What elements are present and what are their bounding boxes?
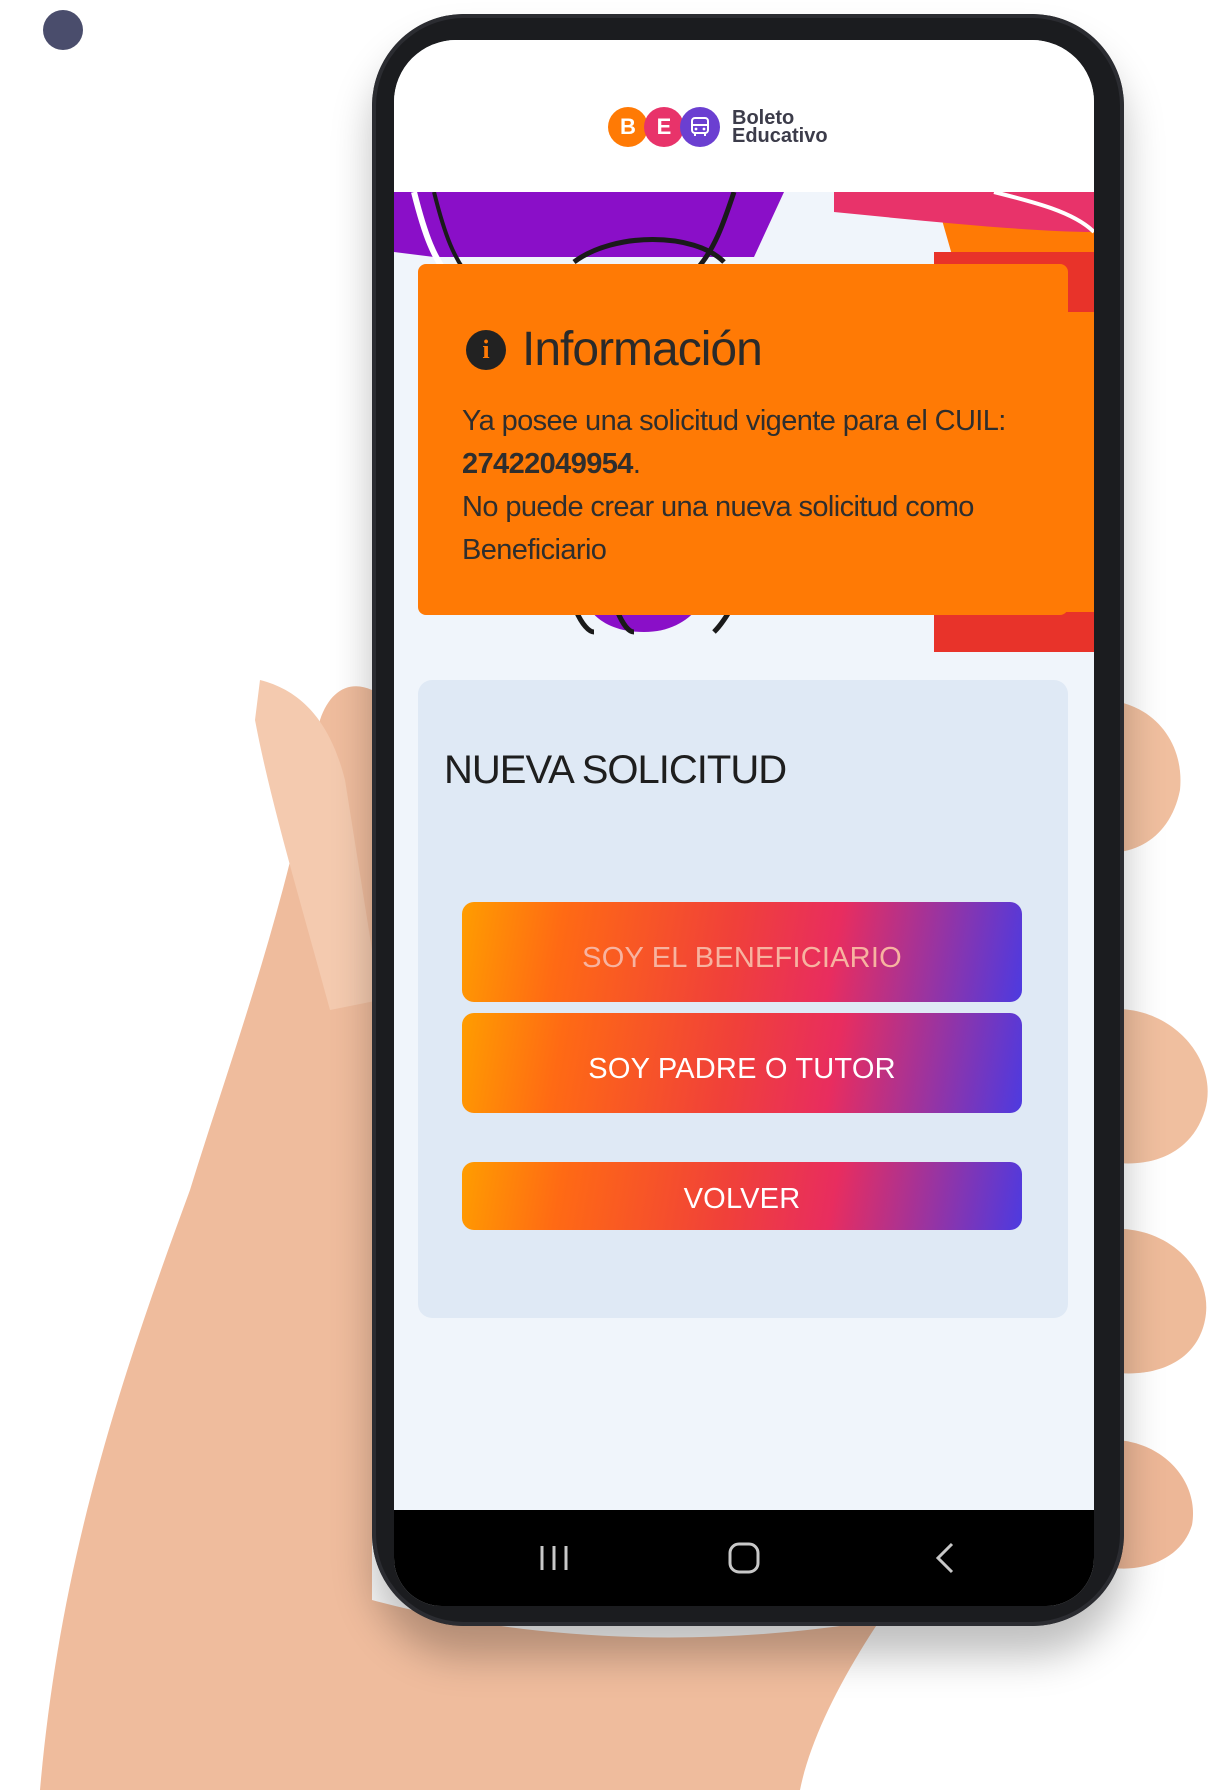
thumb-overlay <box>0 0 1225 1790</box>
